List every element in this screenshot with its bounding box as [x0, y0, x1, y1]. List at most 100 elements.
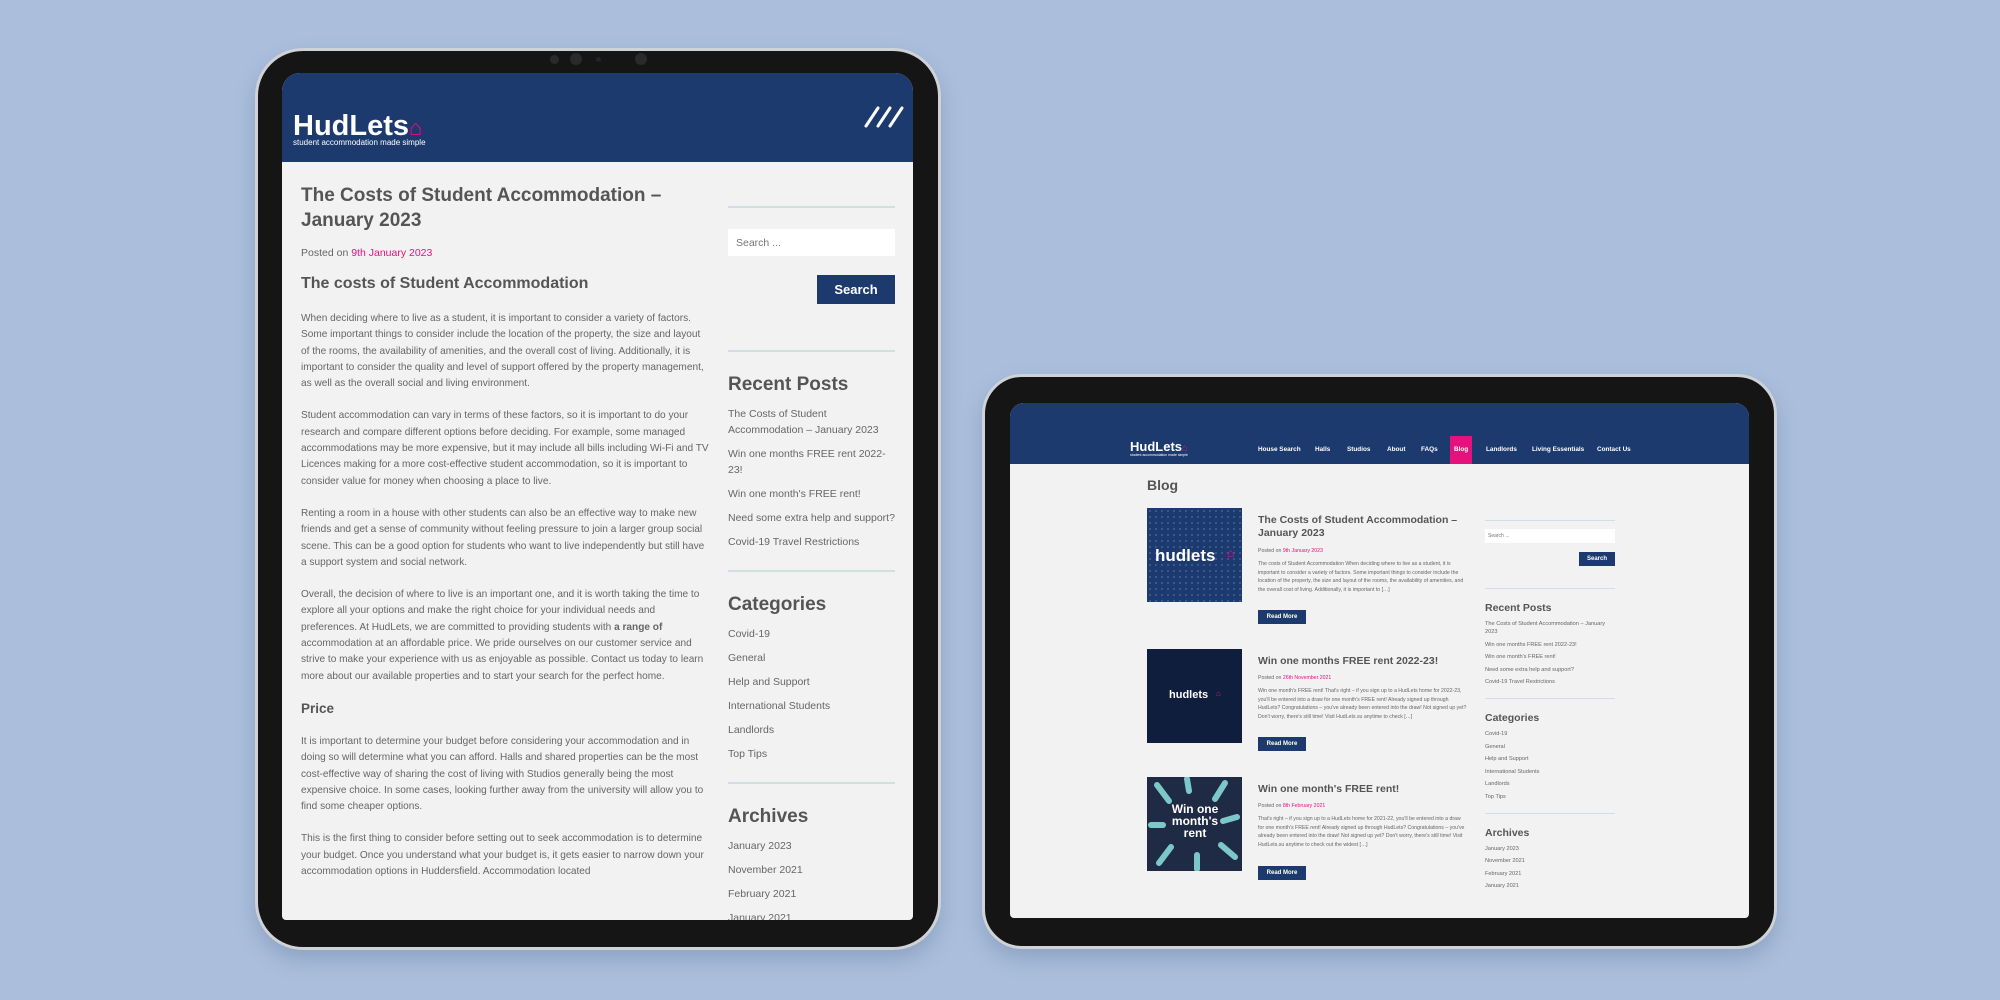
divider: [728, 570, 895, 572]
list-item: January 2021: [1485, 882, 1615, 890]
divider: [1485, 698, 1615, 699]
house-icon: ⌂: [409, 115, 423, 140]
post-date-link[interactable]: 9th January 2023: [351, 247, 432, 259]
article-title: The Costs of Student Accommodation – Jan…: [301, 185, 662, 231]
archive-link[interactable]: February 2021: [1485, 871, 1521, 877]
post-meta: Posted on 9th January 2023: [301, 247, 433, 259]
recent-post-link[interactable]: Win one months FREE rent 2022-23!: [1485, 642, 1577, 648]
divider: [1485, 812, 1615, 814]
page-title: Blog: [1147, 477, 1179, 493]
post-meta: Posted on 9th January 2023: [1258, 548, 1323, 554]
paragraph: Renting a room in a house with other stu…: [301, 507, 705, 568]
divider: [728, 206, 895, 208]
article-heading: The costs of Student Accommodation: [301, 275, 589, 292]
nav-item-house-search[interactable]: House Search: [1254, 436, 1305, 464]
thumbnail-logo: hudlets: [1155, 546, 1216, 565]
nav-item-contact-us[interactable]: Contact Us: [1593, 436, 1635, 464]
recent-post-link[interactable]: The Costs of Student Accommodation – Jan…: [728, 408, 879, 436]
recent-post-link[interactable]: Need some extra help and support?: [728, 512, 895, 524]
archive-link[interactable]: January 2023: [1485, 846, 1519, 852]
post-excerpt: That's right – if you sign up to a HudLe…: [1258, 816, 1465, 848]
nav-item-faqs[interactable]: FAQs: [1417, 436, 1442, 464]
recent-post-link[interactable]: Win one month's FREE rent!: [728, 488, 861, 500]
archives-heading: Archives: [728, 806, 809, 827]
recent-post-link[interactable]: Win one month's FREE rent!: [1485, 654, 1556, 660]
category-link[interactable]: Landlords: [728, 724, 774, 736]
search-input[interactable]: [728, 229, 895, 256]
list-item: Covid-19 Travel Restrictions: [728, 534, 895, 550]
archive-link[interactable]: November 2021: [728, 864, 803, 876]
list-item: Top Tips: [728, 746, 895, 762]
list-item: Top Tips: [1485, 793, 1615, 801]
category-link[interactable]: Covid-19: [728, 628, 770, 640]
archive-link[interactable]: January 2021: [728, 912, 792, 920]
list-item: The Costs of Student Accommodation – Jan…: [728, 406, 895, 438]
post-date-link[interactable]: 26th November 2021: [1283, 675, 1331, 681]
category-link[interactable]: Top Tips: [1485, 794, 1506, 800]
landscape-tablet-screen: HudLets⌂ student accommodation made simp…: [1010, 403, 1749, 918]
post-thumbnail[interactable]: hudlets ⌂: [1147, 508, 1242, 602]
archive-link[interactable]: January 2023: [728, 840, 792, 852]
site-logo[interactable]: HudLets⌂ student accommodation made simp…: [293, 112, 426, 147]
camera-dot: [550, 55, 559, 64]
list-item: The Costs of Student Accommodation – Jan…: [1485, 620, 1615, 636]
search-button[interactable]: Search: [817, 275, 895, 304]
post-date-link[interactable]: 9th January 2023: [1283, 548, 1323, 554]
menu-icon[interactable]: [864, 106, 908, 128]
nav-item-blog[interactable]: Blog: [1450, 436, 1473, 464]
category-link[interactable]: Covid-19: [1485, 731, 1507, 737]
site-logo[interactable]: HudLets⌂ student accommodation made simp…: [1130, 440, 1188, 458]
list-item: Help and Support: [1485, 755, 1615, 763]
nav-item-about[interactable]: About: [1383, 436, 1409, 464]
divider: [728, 782, 895, 784]
category-list: Covid-19 General Help and Support Internati…: [1485, 730, 1615, 801]
post-thumbnail[interactable]: Win one month's rent: [1147, 777, 1242, 871]
paragraph: It is important to determine your budget…: [301, 735, 704, 813]
category-link[interactable]: Help and Support: [1485, 756, 1529, 762]
list-item: Covid-19 Travel Restrictions: [1485, 678, 1615, 686]
category-link[interactable]: International Students: [1485, 769, 1539, 775]
nav-item-landlords[interactable]: Landlords: [1482, 436, 1521, 464]
list-item: January 2023: [728, 838, 895, 854]
post-title-link[interactable]: Win one month's FREE rent!: [1258, 783, 1468, 796]
nav-item-halls[interactable]: Halls: [1311, 436, 1334, 464]
recent-post-link[interactable]: Need some extra help and support?: [1485, 667, 1574, 673]
archive-list: January 2023 November 2021 February 2021 Ja…: [728, 838, 895, 920]
search-button[interactable]: Search: [1579, 552, 1615, 566]
site-header: HudLets⌂ student accommodation made simp…: [1010, 403, 1749, 464]
category-link[interactable]: General: [1485, 744, 1505, 750]
post-thumbnail[interactable]: hudlets ⌂: [1147, 649, 1242, 743]
recent-post-link[interactable]: Win one months FREE rent 2022-23!: [728, 448, 886, 476]
category-link[interactable]: General: [728, 652, 765, 664]
recent-post-link[interactable]: The Costs of Student Accommodation – Jan…: [1485, 621, 1605, 635]
archive-link[interactable]: February 2021: [728, 888, 796, 900]
nav-item-living-essentials[interactable]: Living Essentials: [1528, 436, 1588, 464]
search-input[interactable]: [1485, 529, 1615, 543]
category-link[interactable]: International Students: [728, 700, 830, 712]
recent-post-list: The Costs of Student Accommodation – Jan…: [1485, 620, 1615, 686]
sidebar: Search Recent Posts The Costs of Student…: [1485, 508, 1615, 895]
list-item: Need some extra help and support?: [728, 510, 895, 526]
archive-link[interactable]: January 2021: [1485, 883, 1519, 889]
recent-post-link[interactable]: Covid-19 Travel Restrictions: [728, 536, 859, 548]
site-header: HudLets⌂ student accommodation made simp…: [282, 73, 913, 162]
list-item: Win one month's FREE rent!: [1485, 653, 1615, 661]
post-title-link[interactable]: The Costs of Student Accommodation – Jan…: [1258, 514, 1468, 540]
category-link[interactable]: Top Tips: [728, 748, 767, 760]
read-more-button[interactable]: Read More: [1258, 610, 1306, 624]
archive-link[interactable]: November 2021: [1485, 858, 1525, 864]
category-link[interactable]: Help and Support: [728, 676, 810, 688]
post-title-link[interactable]: Win one months FREE rent 2022-23!: [1258, 655, 1468, 668]
divider: [728, 350, 895, 352]
post-date-link[interactable]: 8th February 2021: [1283, 803, 1325, 809]
list-item: January 2023: [1485, 845, 1615, 853]
read-more-button[interactable]: Read More: [1258, 866, 1306, 880]
read-more-button[interactable]: Read More: [1258, 737, 1306, 751]
category-link[interactable]: Landlords: [1485, 781, 1510, 787]
nav-item-studios[interactable]: Studios: [1343, 436, 1374, 464]
archive-list: January 2023 November 2021 February 2021 Ja…: [1485, 845, 1615, 891]
list-item: General: [1485, 743, 1615, 751]
recent-post-link[interactable]: Covid-19 Travel Restrictions: [1485, 679, 1555, 685]
divider: [1485, 520, 1615, 521]
list-item: November 2021: [1485, 857, 1615, 865]
